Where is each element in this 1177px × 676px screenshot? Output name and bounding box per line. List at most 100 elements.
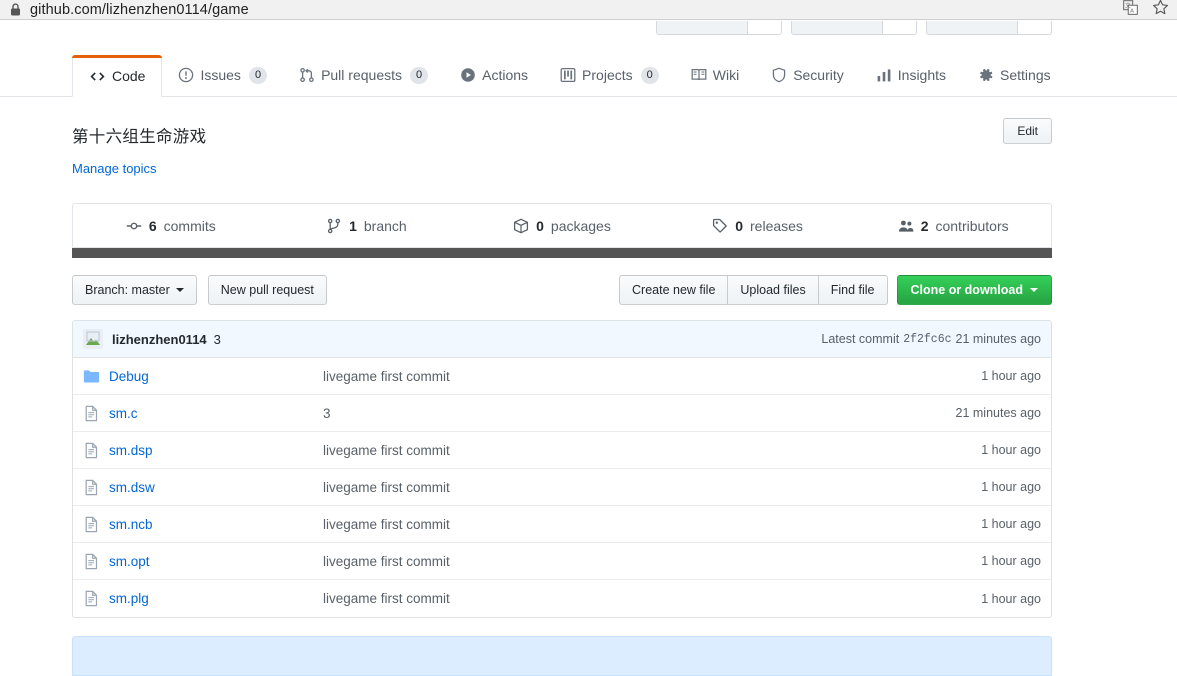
repo-description: 第十六组生命游戏 [72,128,207,146]
file-age: 1 hour ago [981,369,1041,383]
file-name-link[interactable]: sm.plg [109,591,323,606]
stat-label: releases [750,217,803,234]
find-file-button[interactable]: Find file [817,275,888,305]
latest-commit-meta: Latest commit 2f2fc6c 21 minutes ago [821,332,1041,346]
fork-button-group[interactable] [926,21,1052,35]
file-icon [83,442,100,459]
book-icon [691,67,707,83]
new-pull-request-button[interactable]: New pull request [207,275,327,305]
manage-topics-link[interactable]: Manage topics [72,161,206,176]
file-name-link[interactable]: sm.opt [109,554,323,569]
package-icon [513,218,529,234]
graph-icon [876,67,892,83]
file-name-link[interactable]: sm.c [109,406,323,421]
stat-number: 0 [735,217,744,234]
tab-issues[interactable]: Issues 0 [162,54,283,96]
latest-commit-bar: lizhenzhen0114 3 Latest commit 2f2fc6c 2… [73,321,1051,358]
watch-button-group[interactable] [656,21,782,35]
clone-or-download-label: Clone or download [910,283,1024,297]
watch-button[interactable] [656,21,748,35]
tab-label: Settings [1000,67,1051,83]
play-icon [460,67,476,83]
stat-packages[interactable]: 0 packages [464,218,660,234]
file-commit-message[interactable]: livegame first commit [323,480,971,495]
file-commit-message[interactable]: livegame first commit [323,554,971,569]
branch-selector-button[interactable]: Branch: master [72,275,197,305]
browser-toolbar-actions: 文 A [1123,0,1169,20]
edit-button[interactable]: Edit [1003,118,1052,144]
file-age: 1 hour ago [981,591,1041,606]
avatar[interactable] [83,329,103,349]
stat-number: 2 [920,217,929,234]
tab-insights[interactable]: Insights [860,54,962,96]
star-icon[interactable] [1152,0,1169,21]
tab-label: Wiki [712,67,740,83]
tag-icon [712,218,728,234]
stat-branch[interactable]: 1 branch [269,218,465,234]
file-age: 1 hour ago [981,480,1041,494]
star-count[interactable] [883,21,917,35]
tab-projects[interactable]: Projects 0 [544,54,675,96]
translate-icon[interactable]: 文 A [1123,0,1138,20]
commit-age: 21 minutes ago [955,332,1041,346]
browser-url-bar[interactable]: github.com/lizhenzhen0114/game 文 A [0,0,1177,20]
upload-files-button[interactable]: Upload files [727,275,818,305]
file-age: 1 hour ago [981,517,1041,531]
commit-message[interactable]: 3 [214,332,221,347]
create-new-file-button[interactable]: Create new file [619,275,728,305]
commit-icon [126,218,142,234]
file-commit-message[interactable]: livegame first commit [323,517,971,532]
stat-label: branch [363,217,407,234]
tab-security[interactable]: Security [755,54,860,96]
fork-count[interactable] [1018,21,1052,35]
tab-label: Issues [200,67,241,83]
shield-icon [771,67,787,83]
file-row: sm.opt livegame first commit 1 hour ago [73,543,1051,580]
stat-releases[interactable]: 0 releases [660,218,856,234]
file-commit-message[interactable]: 3 [323,406,946,421]
file-age: 21 minutes ago [955,406,1041,420]
file-rows: Debug livegame first commit 1 hour ago sm.c… [73,358,1051,617]
file-name-link[interactable]: Debug [109,369,323,384]
clone-or-download-button[interactable]: Clone or download [896,275,1052,305]
tab-label: Actions [482,67,529,83]
file-name-link[interactable]: sm.dsw [109,480,323,495]
file-icon [83,479,100,496]
stat-number: 1 [349,217,357,234]
chevron-down-icon [175,288,184,292]
commit-author[interactable]: lizhenzhen0114 [112,332,207,347]
stat-label: packages [550,217,611,234]
file-commit-message[interactable]: livegame first commit [323,443,971,458]
fork-button[interactable] [926,21,1018,35]
tab-actions[interactable]: Actions [444,54,544,96]
chevron-down-icon [1030,288,1038,292]
star-button[interactable] [791,21,883,35]
file-age: 1 hour ago [981,443,1041,457]
stat-commits[interactable]: 6 commits [73,218,269,234]
issue-icon [178,67,194,83]
file-row: sm.c 3 21 minutes ago [73,395,1051,432]
file-row: sm.ncb livegame first commit 1 hour ago [73,506,1051,543]
repo-description-row: 第十六组生命游戏 Manage topics Edit [72,97,1052,176]
tab-pull-requests[interactable]: Pull requests 0 [283,54,444,96]
git-pull-request-icon [299,67,315,83]
file-commit-message[interactable]: livegame first commit [323,591,971,606]
repo-stats-bar: 6 commits 1 branch 0 packages 0 releases 2 contri… [72,203,1052,248]
stat-label: contributors [935,217,1009,234]
file-icon [83,590,100,607]
stat-contributors[interactable]: 2 contributors [855,218,1051,234]
file-commit-message[interactable]: livegame first commit [323,369,971,384]
file-row: Debug livegame first commit 1 hour ago [73,358,1051,395]
watch-count[interactable] [748,21,782,35]
file-name-link[interactable]: sm.dsp [109,443,323,458]
tab-label: Security [793,67,844,83]
tab-wiki[interactable]: Wiki [675,54,755,96]
contributors-icon [898,218,914,234]
tab-code[interactable]: Code [72,55,163,97]
tab-settings[interactable]: Settings [962,54,1067,96]
branch-icon [326,218,342,234]
commit-sha[interactable]: 2f2fc6c [903,333,951,346]
file-name-link[interactable]: sm.ncb [109,517,323,532]
tab-label: Insights [897,67,947,83]
star-button-group[interactable] [791,21,917,35]
